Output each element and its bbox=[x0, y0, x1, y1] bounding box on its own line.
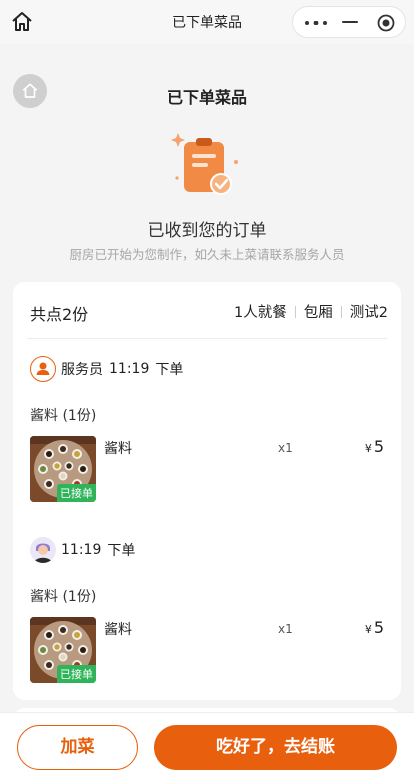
user-avatar bbox=[30, 537, 56, 563]
category-heading: 酱料 (1份) bbox=[30, 589, 97, 605]
minus-icon[interactable] bbox=[342, 21, 358, 23]
dish-image[interactable]: 已接单 bbox=[30, 617, 96, 683]
dish-name: 酱料 bbox=[104, 441, 132, 457]
order-action: 下单 bbox=[155, 362, 184, 378]
category-heading: 酱料 (1份) bbox=[30, 408, 97, 424]
status-badge: 已接单 bbox=[57, 484, 96, 502]
staff-icon bbox=[30, 356, 56, 382]
tag-table: 测试2 bbox=[349, 305, 388, 321]
tag-room-type: 包厢 bbox=[303, 305, 333, 321]
tag-diners: 1人就餐 bbox=[234, 305, 287, 321]
capsule-menu bbox=[292, 6, 406, 38]
order-meta: 服务员 11:19 下单 bbox=[30, 356, 183, 382]
more-icon[interactable] bbox=[305, 21, 327, 25]
add-dish-button[interactable]: 加菜 bbox=[17, 725, 138, 770]
status-badge: 已接单 bbox=[57, 665, 96, 683]
target-icon[interactable] bbox=[377, 14, 395, 32]
price-value: 5 bbox=[373, 437, 384, 456]
dish-name: 酱料 bbox=[104, 622, 132, 638]
order-meta: 11:19 下单 bbox=[30, 537, 135, 563]
order-time: 11:19 bbox=[109, 361, 150, 377]
order-by: 服务员 bbox=[61, 362, 103, 378]
divider bbox=[27, 338, 387, 339]
top-bar: 已下单菜品 bbox=[0, 0, 414, 44]
checkout-button[interactable]: 吃好了，去结账 bbox=[154, 725, 397, 770]
dish-quantity: x1 bbox=[278, 622, 293, 636]
currency-symbol: ¥ bbox=[364, 442, 372, 455]
currency-symbol: ¥ bbox=[364, 623, 372, 636]
tag-divider bbox=[340, 305, 342, 318]
order-card: 共点2份 1人就餐 包厢 测试2 服务员 11:19 下单 酱料 (1份) 已接… bbox=[13, 282, 401, 700]
bottom-action-bar: 加菜 吃好了，去结账 bbox=[0, 712, 414, 780]
dish-image[interactable]: 已接单 bbox=[30, 436, 96, 502]
page-title: 已下单菜品 bbox=[166, 88, 247, 107]
order-received-title: 已收到您的订单 bbox=[147, 221, 267, 241]
order-tags: 1人就餐 包厢 测试2 bbox=[234, 301, 388, 322]
price-value: 5 bbox=[373, 618, 384, 637]
dish-price: ¥5 bbox=[365, 618, 384, 637]
clipboard-icon bbox=[171, 133, 238, 195]
dish-quantity: x1 bbox=[278, 441, 293, 455]
order-time: 11:19 bbox=[61, 542, 102, 558]
order-action: 下单 bbox=[107, 543, 136, 559]
tag-divider bbox=[294, 305, 296, 318]
dish-price: ¥5 bbox=[365, 437, 384, 456]
kitchen-hint: 厨房已开始为您制作，如久未上菜请联系服务人员 bbox=[69, 247, 345, 262]
order-total: 共点2份 bbox=[30, 305, 89, 324]
